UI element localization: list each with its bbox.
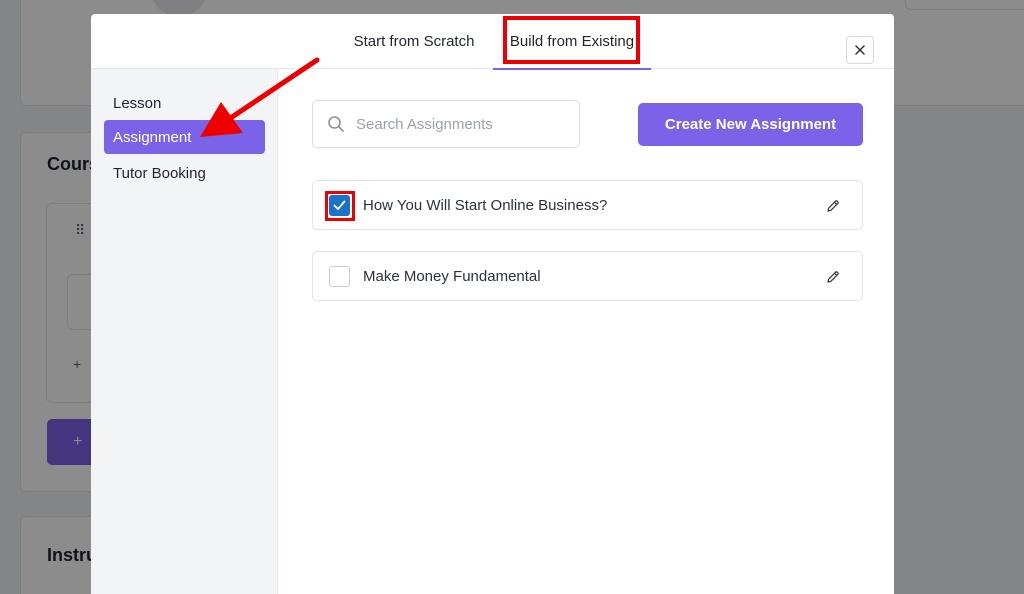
close-button[interactable]	[846, 36, 874, 64]
sidebar-item-label: Lesson	[113, 94, 162, 112]
bg-add-topic-label: +	[73, 433, 83, 450]
assignment-title: How You Will Start Online Business?	[363, 196, 608, 214]
sidebar-item-assignment[interactable]: Assignment	[104, 120, 265, 154]
pencil-icon	[827, 200, 839, 212]
create-new-assignment-button[interactable]: Create New Assignment	[638, 103, 863, 146]
edit-button[interactable]	[823, 267, 843, 287]
search-box	[312, 100, 580, 148]
bg-top-right-card	[905, 0, 1024, 10]
tab-label: Build from Existing	[509, 33, 635, 50]
tab-label: Start from Scratch	[353, 33, 475, 50]
assignment-checkbox[interactable]	[329, 195, 350, 216]
assignment-row[interactable]: Make Money Fundamental	[312, 251, 863, 301]
search-input[interactable]	[356, 115, 556, 133]
tab-build-from-existing[interactable]: Build from Existing	[493, 14, 651, 70]
assignment-title: Make Money Fundamental	[363, 267, 541, 285]
sidebar-item-tutor-booking[interactable]: Tutor Booking	[104, 156, 265, 190]
sidebar-item-label: Assignment	[113, 128, 192, 146]
modal-header: Start from Scratch Build from Existing	[91, 14, 894, 70]
drag-handle-icon: ⠿	[75, 222, 88, 238]
bg-instructor-title: Instru	[47, 545, 98, 565]
sidebar-item-label: Tutor Booking	[113, 164, 206, 182]
edit-button[interactable]	[823, 196, 843, 216]
close-icon	[855, 45, 865, 55]
pencil-icon	[827, 271, 839, 283]
checkmark-icon	[333, 200, 346, 210]
content-type-sidebar: Lesson Assignment Tutor Booking	[91, 69, 278, 594]
sidebar-item-lesson[interactable]: Lesson	[104, 86, 265, 120]
tab-start-from-scratch[interactable]: Start from Scratch	[336, 14, 492, 69]
add-content-modal: Start from Scratch Build from Existing L…	[91, 14, 894, 594]
assignment-row[interactable]: How You Will Start Online Business?	[312, 180, 863, 230]
assignment-checkbox[interactable]	[329, 266, 350, 287]
bg-add-item: +	[73, 356, 82, 372]
search-icon	[328, 116, 344, 132]
